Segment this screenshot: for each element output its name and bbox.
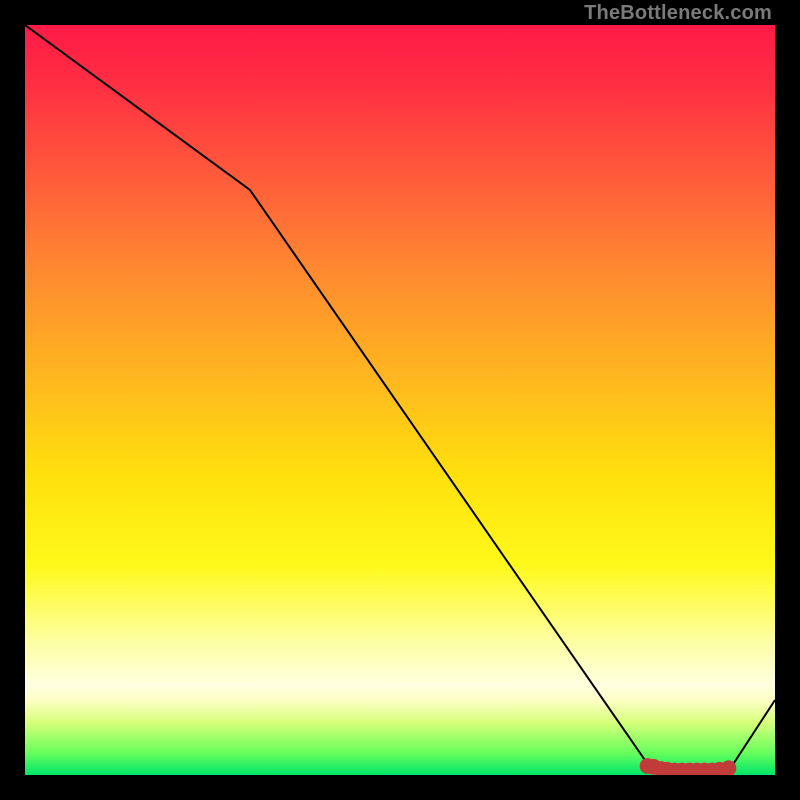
optimal-point [724,764,732,772]
chart-frame: TheBottleneck.com [0,0,800,800]
optimal-range-markers [643,762,732,775]
bottleneck-curve [25,25,775,771]
plot-area [25,25,775,775]
chart-svg [25,25,775,775]
watermark-text: TheBottleneck.com [584,2,772,25]
